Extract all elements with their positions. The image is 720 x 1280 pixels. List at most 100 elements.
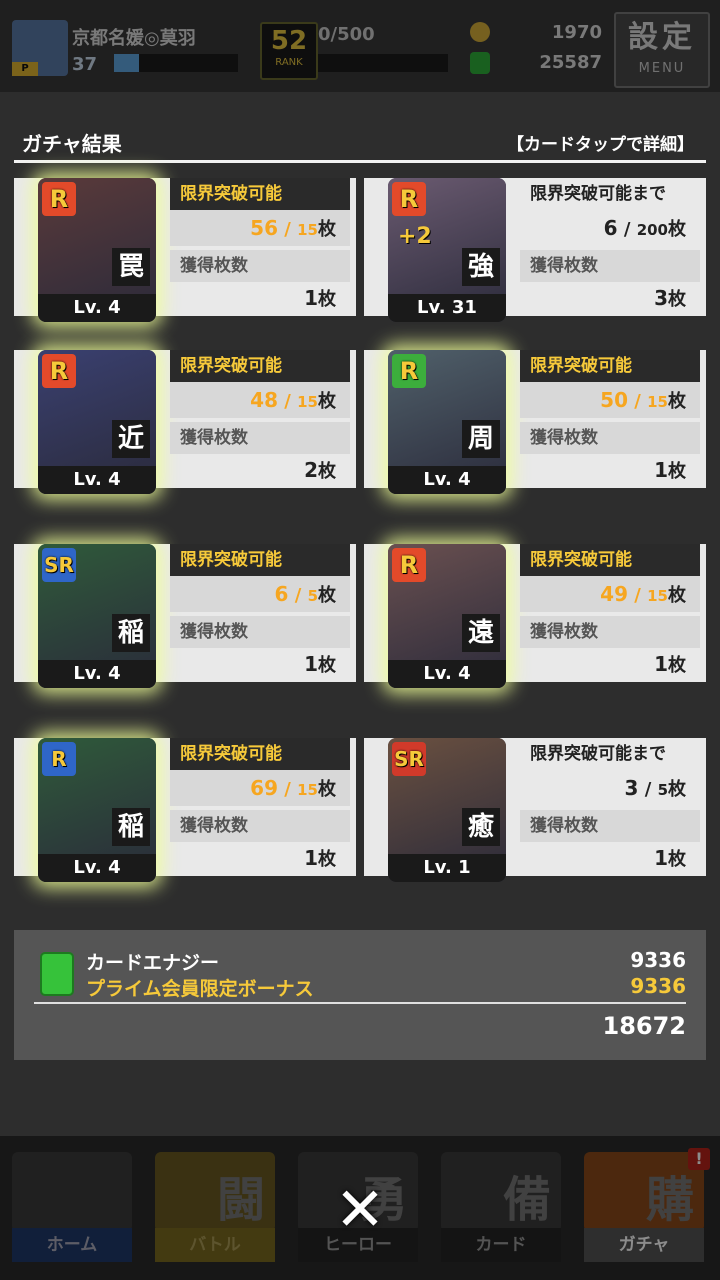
- obtained-value: 3: [654, 286, 668, 310]
- card-info: 限界突破可能まで 3 / 5枚 獲得枚数 1枚: [520, 738, 700, 874]
- card-result-item[interactable]: SR 癒 Lv. 1 限界突破可能まで 3 / 5枚 獲得枚数 1枚: [364, 738, 706, 882]
- count-separator: /: [278, 219, 298, 240]
- required-count: 15: [297, 221, 318, 239]
- card-result-item[interactable]: R 周 Lv. 4 限界突破可能 50 / 15枚 獲得枚数 1枚: [364, 350, 706, 494]
- rarity-badge: SR: [392, 742, 426, 776]
- obtained-unit: 枚: [318, 849, 336, 870]
- current-count: 49: [600, 582, 629, 606]
- card-kanji: 癒: [462, 808, 500, 846]
- plus-badge: +2: [398, 224, 432, 249]
- current-count: 6: [274, 582, 289, 606]
- obtained-count: 1枚: [170, 282, 350, 314]
- card-level: Lv. 31: [388, 294, 506, 322]
- obtained-value: 2: [304, 458, 318, 482]
- card-level: Lv. 4: [388, 466, 506, 494]
- card-thumbnail[interactable]: R 周 Lv. 4: [388, 350, 506, 494]
- obtained-label: 獲得枚数: [520, 616, 700, 648]
- card-thumbnail[interactable]: SR 稲 Lv. 4: [38, 544, 156, 688]
- card-thumbnail[interactable]: R +2 強 Lv. 31: [388, 178, 506, 322]
- count-unit: 枚: [318, 779, 336, 800]
- rarity-badge: R: [392, 182, 426, 216]
- obtained-value: 1: [654, 458, 668, 482]
- limit-break-status: 限界突破可能: [170, 738, 350, 770]
- card-result-item[interactable]: R 罠 Lv. 4 限界突破可能 56 / 15枚 獲得枚数 1枚: [14, 178, 356, 322]
- limit-break-count: 48 / 15枚: [170, 382, 350, 418]
- limit-break-status: 限界突破可能: [170, 350, 350, 382]
- obtained-unit: 枚: [318, 461, 336, 482]
- card-info: 限界突破可能 50 / 15枚 獲得枚数 1枚: [520, 350, 700, 486]
- card-info: 限界突破可能 6 / 5枚 獲得枚数 1枚: [170, 544, 350, 680]
- energy-bonus-value: 9336: [630, 974, 686, 998]
- rarity-badge: R: [42, 182, 76, 216]
- count-separator: /: [617, 219, 637, 240]
- obtained-unit: 枚: [318, 655, 336, 676]
- rarity-badge: SR: [42, 548, 76, 582]
- card-level: Lv. 4: [38, 660, 156, 688]
- page-title: ガチャ結果: [22, 132, 122, 156]
- count-unit: 枚: [318, 391, 336, 412]
- count-unit: 枚: [668, 219, 686, 240]
- count-separator: /: [288, 585, 308, 606]
- count-unit: 枚: [668, 391, 686, 412]
- limit-break-count: 69 / 15枚: [170, 770, 350, 806]
- current-count: 3: [624, 776, 639, 800]
- current-count: 6: [603, 216, 618, 240]
- card-info: 限界突破可能 69 / 15枚 獲得枚数 1枚: [170, 738, 350, 874]
- obtained-label: 獲得枚数: [520, 250, 700, 282]
- overlay-dim: [0, 0, 720, 92]
- current-count: 69: [250, 776, 279, 800]
- obtained-unit: 枚: [668, 849, 686, 870]
- energy-summary: カードエナジー プライム会員限定ボーナス 9336 9336 18672: [14, 930, 706, 1060]
- limit-break-status: 限界突破可能: [520, 350, 700, 382]
- obtained-label: 獲得枚数: [170, 422, 350, 454]
- obtained-count: 1枚: [170, 648, 350, 680]
- obtained-count: 1枚: [520, 454, 700, 486]
- card-thumbnail[interactable]: R 遠 Lv. 4: [388, 544, 506, 688]
- required-count: 5: [307, 587, 318, 605]
- required-count: 15: [647, 393, 668, 411]
- card-thumbnail[interactable]: R 近 Lv. 4: [38, 350, 156, 494]
- rarity-badge: R: [392, 548, 426, 582]
- card-thumbnail[interactable]: SR 癒 Lv. 1: [388, 738, 506, 882]
- count-unit: 枚: [318, 585, 336, 606]
- obtained-count: 2枚: [170, 454, 350, 486]
- card-result-item[interactable]: R 遠 Lv. 4 限界突破可能 49 / 15枚 獲得枚数 1枚: [364, 544, 706, 688]
- card-info: 限界突破可能 49 / 15枚 獲得枚数 1枚: [520, 544, 700, 680]
- limit-break-status: 限界突破可能: [170, 178, 350, 210]
- card-kanji: 罠: [112, 248, 150, 286]
- obtained-unit: 枚: [668, 289, 686, 310]
- count-separator: /: [638, 779, 658, 800]
- card-kanji: 遠: [462, 614, 500, 652]
- card-result-item[interactable]: R 稲 Lv. 4 限界突破可能 69 / 15枚 獲得枚数 1枚: [14, 738, 356, 882]
- rarity-badge: R: [392, 354, 426, 388]
- current-count: 48: [250, 388, 279, 412]
- obtained-label: 獲得枚数: [170, 616, 350, 648]
- card-thumbnail[interactable]: R 稲 Lv. 4: [38, 738, 156, 882]
- bonus-label: プライム会員限定ボーナス: [86, 978, 314, 1000]
- limit-break-status: 限界突破可能: [170, 544, 350, 576]
- close-button[interactable]: ✕: [330, 1180, 390, 1240]
- count-separator: /: [278, 391, 298, 412]
- required-count: 15: [297, 781, 318, 799]
- card-level: Lv. 1: [388, 854, 506, 882]
- card-energy-icon: [40, 952, 74, 996]
- gacha-result-header: ガチャ結果 【カードタップで詳細】: [14, 124, 706, 163]
- card-result-item[interactable]: R +2 強 Lv. 31 限界突破可能まで 6 / 200枚 獲得枚数 3枚: [364, 178, 706, 322]
- card-kanji: 周: [462, 420, 500, 458]
- limit-break-count: 6 / 5枚: [170, 576, 350, 612]
- tap-hint: 【カードタップで詳細】: [507, 135, 694, 155]
- count-separator: /: [628, 585, 648, 606]
- card-result-item[interactable]: SR 稲 Lv. 4 限界突破可能 6 / 5枚 獲得枚数 1枚: [14, 544, 356, 688]
- card-level: Lv. 4: [38, 854, 156, 882]
- card-thumbnail[interactable]: R 罠 Lv. 4: [38, 178, 156, 322]
- count-unit: 枚: [668, 779, 686, 800]
- card-kanji: 稲: [112, 808, 150, 846]
- card-result-item[interactable]: R 近 Lv. 4 限界突破可能 48 / 15枚 獲得枚数 2枚: [14, 350, 356, 494]
- obtained-label: 獲得枚数: [170, 250, 350, 282]
- count-separator: /: [628, 391, 648, 412]
- count-separator: /: [278, 779, 298, 800]
- obtained-value: 1: [304, 846, 318, 870]
- limit-break-count: 49 / 15枚: [520, 576, 700, 612]
- required-count: 15: [297, 393, 318, 411]
- obtained-value: 1: [654, 846, 668, 870]
